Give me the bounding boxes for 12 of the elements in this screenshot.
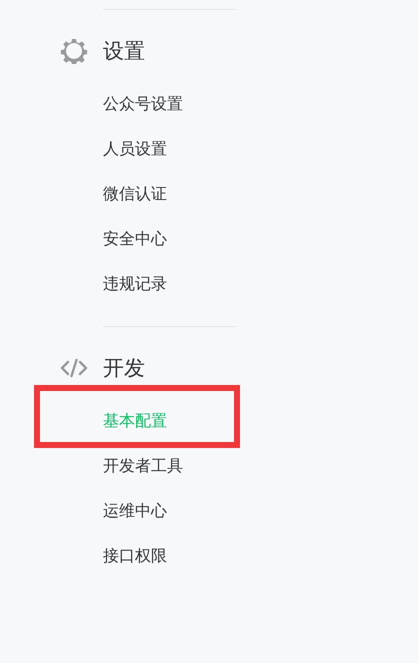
menu-item[interactable]: 违规记录 bbox=[103, 272, 167, 294]
menu-item[interactable]: 开发者工具 bbox=[103, 454, 183, 476]
gear-icon bbox=[60, 38, 88, 64]
menu-item[interactable]: 安全中心 bbox=[103, 228, 167, 250]
menu-item[interactable]: 接口权限 bbox=[103, 544, 167, 566]
menu-item[interactable]: 公众号设置 bbox=[103, 92, 183, 114]
section-title: 设置 bbox=[103, 38, 145, 65]
section-title: 开发 bbox=[103, 355, 145, 382]
code-icon bbox=[60, 358, 88, 378]
menu-item[interactable]: 微信认证 bbox=[103, 182, 167, 204]
menu-item[interactable]: 人员设置 bbox=[103, 138, 167, 160]
menu-item[interactable]: 运维中心 bbox=[103, 500, 167, 522]
